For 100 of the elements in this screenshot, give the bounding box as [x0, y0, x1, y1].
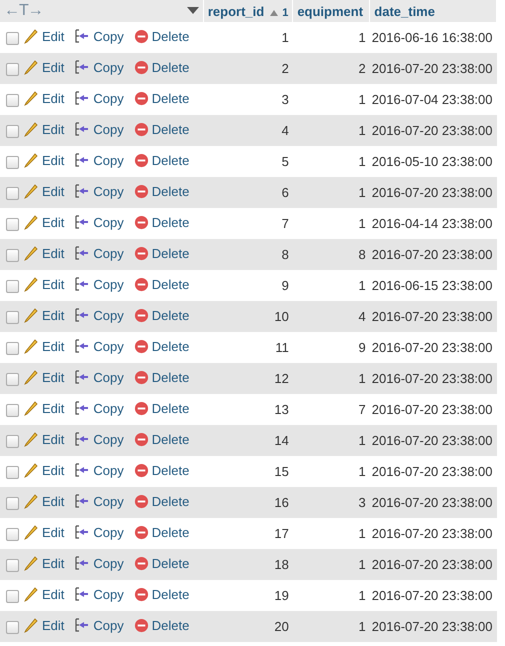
delete-link[interactable]: Delete: [134, 29, 190, 44]
row-checkbox[interactable]: [6, 156, 19, 170]
row-checkbox[interactable]: [6, 94, 19, 108]
edit-link[interactable]: Edit: [23, 369, 64, 385]
edit-link[interactable]: Edit: [23, 214, 64, 230]
delete-link[interactable]: Delete: [134, 587, 190, 602]
copy-link[interactable]: Copy: [74, 121, 124, 137]
row-checkbox[interactable]: [6, 528, 19, 542]
copy-link[interactable]: Copy: [74, 245, 124, 261]
copy-link[interactable]: Copy: [74, 183, 124, 199]
copy-link[interactable]: Copy: [74, 617, 124, 633]
copy-link[interactable]: Copy: [74, 586, 124, 602]
row-checkbox[interactable]: [6, 218, 19, 232]
table-cell: 9: [282, 278, 289, 293]
row-checkbox[interactable]: [6, 435, 19, 448]
copy-link[interactable]: Copy: [74, 276, 124, 292]
delete-link[interactable]: Delete: [134, 153, 190, 168]
delete-link[interactable]: Delete: [134, 122, 190, 137]
row-checkbox[interactable]: [6, 32, 19, 46]
copy-link[interactable]: Copy: [74, 555, 124, 571]
delete-link[interactable]: Delete: [134, 339, 190, 354]
delete-link[interactable]: Delete: [134, 401, 190, 416]
delete-link[interactable]: Delete: [134, 463, 190, 478]
edit-link[interactable]: Edit: [23, 524, 64, 540]
table-cell: 7: [358, 402, 366, 417]
row-checkbox[interactable]: [6, 621, 19, 634]
edit-link[interactable]: Edit: [23, 121, 64, 137]
row-checkbox[interactable]: [6, 63, 19, 76]
edit-link[interactable]: Edit: [23, 586, 64, 602]
copy-link[interactable]: Copy: [74, 493, 124, 509]
delete-link[interactable]: Delete: [134, 308, 190, 323]
copy-icon: [74, 493, 90, 509]
copy-link[interactable]: Copy: [74, 338, 124, 354]
delete-link[interactable]: Delete: [134, 184, 190, 199]
delete-icon: [134, 401, 149, 416]
copy-link[interactable]: Copy: [74, 462, 124, 478]
copy-link[interactable]: Copy: [74, 369, 124, 385]
delete-link[interactable]: Delete: [134, 215, 190, 230]
edit-link[interactable]: Edit: [23, 183, 64, 199]
copy-link[interactable]: Copy: [74, 400, 124, 416]
edit-link[interactable]: Edit: [23, 152, 64, 168]
delete-link[interactable]: Delete: [134, 618, 190, 633]
row-checkbox[interactable]: [6, 311, 19, 324]
delete-link[interactable]: Delete: [134, 525, 190, 540]
row-checkbox[interactable]: [6, 249, 19, 262]
table-cell: 2016-07-20 23:38:00: [372, 588, 492, 603]
pencil-icon: [23, 369, 39, 385]
row-checkbox[interactable]: [6, 404, 19, 418]
delete-link[interactable]: Delete: [134, 60, 190, 75]
edit-link[interactable]: Edit: [23, 555, 64, 571]
copy-link[interactable]: Copy: [74, 152, 124, 168]
delete-link[interactable]: Delete: [134, 494, 190, 509]
pencil-icon: [23, 338, 39, 354]
delete-icon: [134, 587, 149, 602]
delete-link[interactable]: Delete: [134, 277, 190, 292]
edit-link[interactable]: Edit: [23, 307, 64, 323]
row-checkbox[interactable]: [6, 559, 19, 572]
copy-link[interactable]: Copy: [74, 59, 124, 75]
copy-link[interactable]: Copy: [74, 214, 124, 230]
table-cell: 2016-07-20 23:38:00: [372, 185, 492, 200]
edit-link[interactable]: Edit: [23, 276, 64, 292]
row-checkbox[interactable]: [6, 497, 19, 510]
row-checkbox[interactable]: [6, 125, 19, 138]
delete-icon: [134, 60, 149, 75]
row-checkbox[interactable]: [6, 280, 19, 294]
delete-link[interactable]: Delete: [134, 432, 190, 447]
copy-link[interactable]: Copy: [74, 90, 124, 106]
edit-link[interactable]: Edit: [23, 617, 64, 633]
edit-link[interactable]: Edit: [23, 245, 64, 261]
dropdown-caret-icon[interactable]: [186, 7, 199, 15]
row-checkbox[interactable]: [6, 342, 19, 356]
copy-link[interactable]: Copy: [74, 431, 124, 447]
copy-link[interactable]: Copy: [74, 307, 124, 323]
row-checkbox[interactable]: [6, 466, 19, 480]
edit-link[interactable]: Edit: [23, 90, 64, 106]
edit-link[interactable]: Edit: [23, 493, 64, 509]
delete-link[interactable]: Delete: [134, 91, 190, 106]
delete-link[interactable]: Delete: [134, 246, 190, 261]
table-cell: 2016-07-20 23:38:00: [372, 61, 492, 76]
edit-link[interactable]: Edit: [23, 462, 64, 478]
row-checkbox[interactable]: [6, 373, 19, 386]
copy-link[interactable]: Copy: [74, 524, 124, 540]
table-cell: 2016-04-14 23:38:00: [372, 216, 492, 231]
delete-link[interactable]: Delete: [134, 370, 190, 385]
delete-icon: [134, 29, 149, 44]
row-checkbox[interactable]: [6, 590, 19, 604]
copy-link[interactable]: Copy: [74, 28, 124, 44]
delete-icon: [134, 525, 149, 540]
column-header-link[interactable]: report_id: [208, 4, 264, 18]
delete-link[interactable]: Delete: [134, 556, 190, 571]
row-checkbox[interactable]: [6, 187, 19, 200]
delete-icon: [134, 370, 149, 385]
edit-link[interactable]: Edit: [23, 59, 64, 75]
copy-icon: [74, 617, 90, 633]
edit-link[interactable]: Edit: [23, 28, 64, 44]
edit-link[interactable]: Edit: [23, 431, 64, 447]
copy-icon: [74, 90, 90, 106]
edit-link[interactable]: Edit: [23, 338, 64, 354]
edit-link[interactable]: Edit: [23, 400, 64, 416]
delete-icon: [134, 122, 149, 137]
